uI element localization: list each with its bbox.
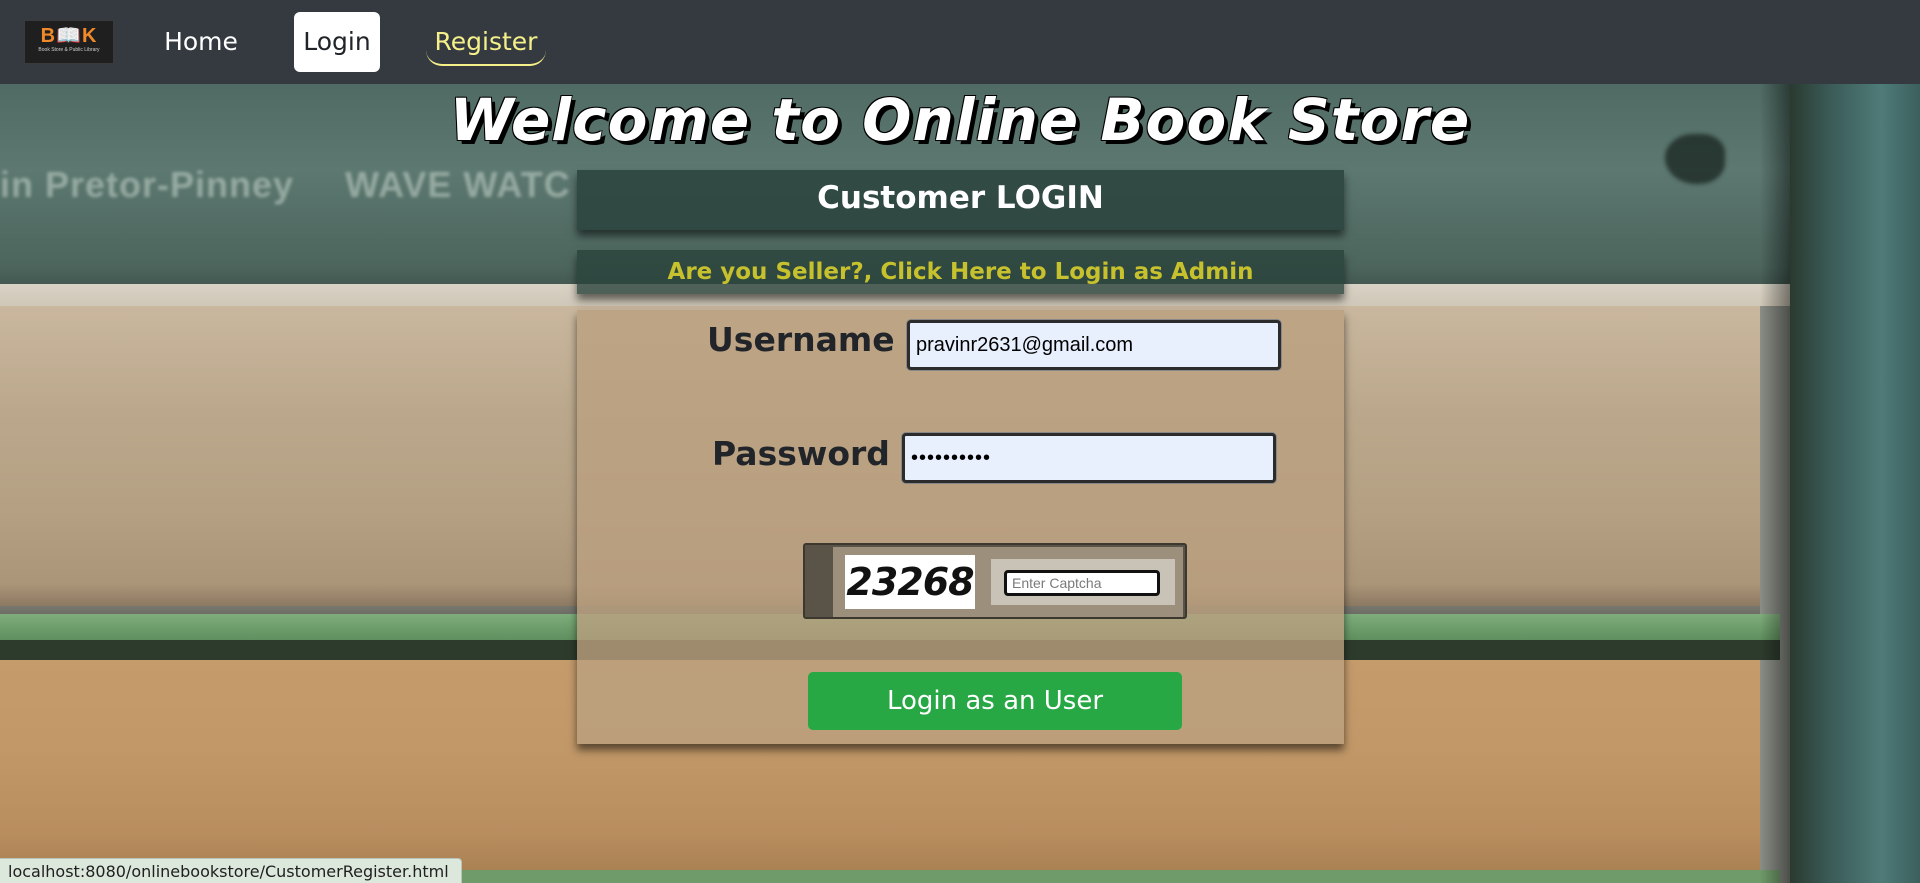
password-input[interactable]: •••••••••• [902, 433, 1276, 483]
captcha-code: 23268 [845, 555, 975, 609]
captcha-widget: 23268 Enter Captcha [803, 543, 1187, 619]
admin-login-link[interactable]: Are you Seller?, Click Here to Login as … [577, 250, 1344, 294]
background-shadow [1760, 84, 1790, 883]
login-form: Username : pravinr2631@gmail.com Passwor… [577, 310, 1344, 744]
logo-text: B📖K [40, 25, 98, 47]
username-label: Username : [707, 320, 920, 359]
top-navbar: B📖K Book Store & Public Library Home Log… [0, 0, 1920, 84]
nav-home-link[interactable]: Home [150, 12, 252, 72]
captcha-inner: 23268 Enter Captcha [833, 547, 1183, 617]
book-spine-text: in Pretor-Pinney WAVE WATC [0, 164, 611, 206]
username-input[interactable]: pravinr2631@gmail.com [907, 320, 1281, 370]
captcha-input[interactable]: Enter Captcha [1004, 570, 1160, 596]
password-label: Password : [712, 434, 915, 473]
page-title: Welcome to Online Book Store [449, 86, 1471, 154]
spine-text-2: WAVE WATC [345, 164, 571, 205]
login-submit-button[interactable]: Login as an User [808, 672, 1182, 730]
nav-register-link[interactable]: Register [426, 12, 546, 66]
spine-text-1: in Pretor-Pinney [0, 164, 295, 205]
captcha-field-wrapper: Enter Captcha [991, 559, 1175, 605]
site-logo[interactable]: B📖K Book Store & Public Library [24, 20, 114, 64]
background-right-object [1790, 84, 1920, 883]
nav-login-link[interactable]: Login [294, 12, 380, 72]
link-preview-statusbar: localhost:8080/onlinebookstore/CustomerR… [0, 858, 462, 883]
logo-subtext: Book Store & Public Library [38, 47, 100, 53]
login-panel-header: Customer LOGIN [577, 170, 1344, 230]
